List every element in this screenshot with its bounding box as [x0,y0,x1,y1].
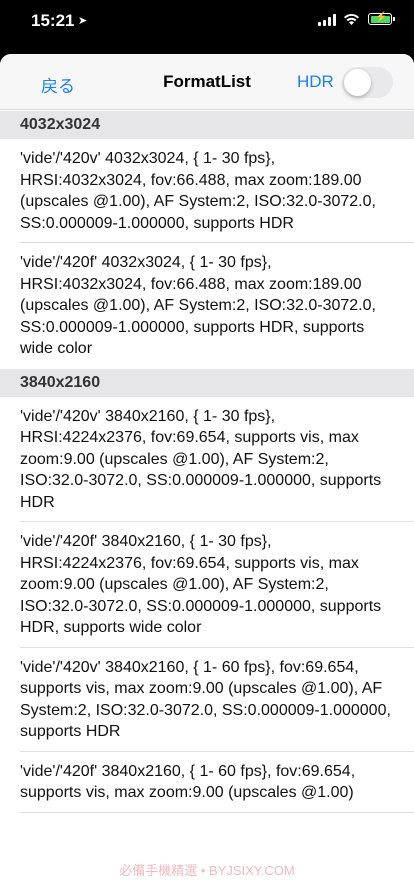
navigation-bar: 戻る FormatList HDR [0,54,414,110]
format-row[interactable]: 'vide'/'420v' 3840x2160, { 1- 30 fps}, H… [0,397,414,523]
section-header-3840x2160: 3840x2160 [0,368,414,397]
status-bar: 15:21 ➤ ⚡ [0,0,414,50]
status-time: 15:21 [31,11,75,30]
location-arrow-icon: ➤ [78,15,88,27]
hdr-toggle[interactable] [342,67,393,98]
format-row[interactable]: 'vide'/'420f' 3840x2160, { 1- 60 fps}, f… [0,752,414,813]
format-list[interactable]: 4032x3024 'vide'/'420v' 4032x3024, { 1- … [0,111,414,813]
hdr-toggle-knob [344,69,371,96]
format-row[interactable]: 'vide'/'420f' 4032x3024, { 1- 30 fps}, H… [0,243,414,369]
format-row[interactable]: 'vide'/'420v' 4032x3024, { 1- 30 fps}, H… [0,139,414,243]
format-row[interactable]: 'vide'/'420f' 3840x2160, { 1- 30 fps}, H… [0,522,414,648]
charging-bolt-icon: ⚡ [375,12,388,23]
format-row[interactable]: 'vide'/'420v' 3840x2160, { 1- 60 fps}, f… [0,648,414,752]
watermark: 必備手機精選 • BYJSIXY.COM [119,863,295,878]
format-list-sheet: 戻る FormatList HDR 4032x3024 'vide'/'420v… [0,54,414,896]
wifi-icon [344,13,359,25]
section-header-4032x3024: 4032x3024 [0,111,414,139]
hdr-label: HDR [297,72,334,91]
cellular-signal-icon [318,14,338,26]
battery-cap [393,17,395,21]
